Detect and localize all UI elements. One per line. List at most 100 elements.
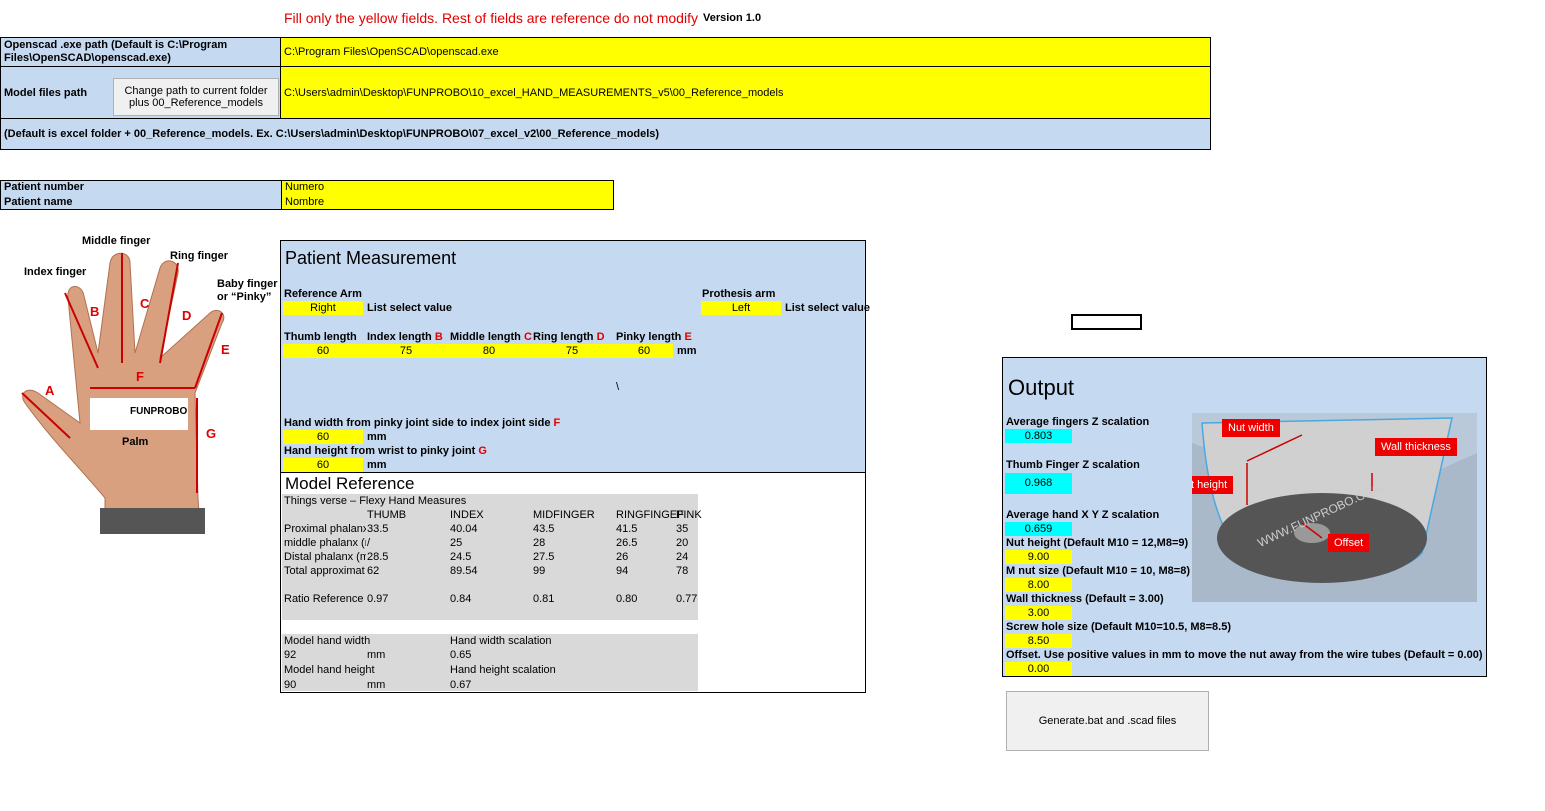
- change-path-button[interactable]: Change path to current folder plus 00_Re…: [113, 78, 279, 116]
- ratio-cell: 0.80: [616, 593, 638, 605]
- ring-length-label: Ring length D: [533, 331, 605, 343]
- row-label: Total approximat: [284, 565, 365, 577]
- hand-diagram-image: Middle finger Index finger Ring finger B…: [10, 228, 280, 534]
- table-cell: 99: [533, 565, 546, 577]
- table-cell: 20: [676, 537, 689, 549]
- nut-diagram-image: Nut width Wall thickness Nut height Offs…: [1192, 413, 1477, 602]
- hand-height-scalation-label: Hand height scalation: [450, 664, 556, 676]
- offset-label: Offset. Use positive values in mm to mov…: [1006, 649, 1483, 661]
- wall-thickness-label: Wall thickness (Default = 3.00): [1006, 593, 1164, 605]
- row-label: Proximal phalanx: [284, 523, 366, 535]
- openscad-path-input[interactable]: C:\Program Files\OpenSCAD\openscad.exe: [280, 37, 1211, 67]
- reference-arm-label: Reference Arm: [284, 288, 362, 300]
- letter-g: G: [206, 426, 217, 441]
- table-cell: 26: [616, 551, 629, 563]
- table-cell: 35: [676, 523, 689, 535]
- table-cell: 27.5: [533, 551, 555, 563]
- middle-length-input[interactable]: 80: [449, 344, 529, 358]
- table-cell: 40.04: [450, 523, 478, 535]
- patient-inputs: Numero Nombre: [281, 180, 614, 210]
- prosthesis-arm-label: Prothesis arm: [702, 288, 776, 300]
- prosthesis-arm-select[interactable]: Left: [701, 301, 781, 315]
- output-title: Output: [1008, 375, 1075, 400]
- stray-char: \: [616, 381, 620, 393]
- nut-width-tag: Nut width: [1222, 419, 1280, 437]
- generate-button[interactable]: Generate.bat and .scad files: [1006, 691, 1209, 751]
- model-hand-width-value: 92: [284, 649, 297, 661]
- pinky-length-input[interactable]: 60: [604, 344, 684, 358]
- model-path-label-text: Model files path: [4, 86, 88, 99]
- table-cell: 62: [367, 565, 380, 577]
- prosthesis-arm-hint: List select value: [785, 302, 870, 314]
- patient-number-label: Patient number: [4, 181, 85, 193]
- screw-hole-label: Screw hole size (Default M10=10.5, M8=8.…: [1006, 621, 1231, 633]
- model-path-input[interactable]: C:\Users\admin\Desktop\FUNPROBO\10_excel…: [280, 66, 1211, 119]
- nut-height-input[interactable]: 9.00: [1005, 550, 1072, 564]
- column-header: MIDFINGER: [533, 509, 595, 521]
- patient-labels: Patient number Patient name: [0, 180, 283, 210]
- thumb-length-input[interactable]: 60: [283, 344, 363, 358]
- version-label: Version 1.0: [703, 12, 762, 24]
- letter-e: E: [221, 342, 230, 357]
- hand-width-input[interactable]: 60: [283, 430, 363, 444]
- patient-name-label: Patient name: [4, 196, 73, 208]
- ratio-label: Ratio Reference: [284, 593, 364, 605]
- index-length-input[interactable]: 75: [366, 344, 446, 358]
- nut-height-tag: Nut height: [1192, 476, 1234, 494]
- table-cell: 26.5: [616, 537, 638, 549]
- row-label: middle phalanx (r: [284, 537, 366, 549]
- selected-cell[interactable]: [1071, 314, 1142, 330]
- table-cell: /: [367, 537, 371, 549]
- column-header: THUMB: [367, 509, 407, 521]
- table-cell: 33.5: [367, 523, 389, 535]
- table-cell: 25: [450, 537, 463, 549]
- baby-finger-label: Baby finger or “Pinky”: [217, 278, 278, 303]
- ring-finger-label: Ring finger: [170, 250, 229, 262]
- wall-thickness-input[interactable]: 3.00: [1005, 606, 1072, 620]
- letter-a: A: [45, 383, 55, 398]
- reference-arm-hint: List select value: [367, 302, 452, 314]
- model-hand-width-mm: mm: [367, 649, 386, 661]
- ring-length-input[interactable]: 75: [532, 344, 612, 358]
- thumb-scalation-value: 0.968: [1005, 473, 1072, 494]
- hand-height-input[interactable]: 60: [283, 458, 363, 472]
- table-cell: 89.54: [450, 565, 478, 577]
- ratio-cell: 0.77: [676, 593, 698, 605]
- middle-finger-label: Middle finger: [82, 235, 151, 247]
- funprobo-logo: FUNPROBO: [130, 406, 188, 417]
- patient-number-input[interactable]: Numero: [285, 180, 324, 195]
- hand-width-label: Hand width from pinky joint side to inde…: [284, 417, 561, 429]
- hand-width-scalation-value: 0.65: [450, 649, 472, 661]
- ratio-cell: 0.84: [450, 593, 472, 605]
- row-label: Distal phalanx (m: [284, 551, 366, 563]
- screw-hole-input[interactable]: 8.50: [1005, 634, 1072, 648]
- reference-arm-select[interactable]: Right: [283, 301, 363, 315]
- table-cell: 41.5: [616, 523, 638, 535]
- default-path-note: (Default is excel folder + 00_Reference_…: [0, 118, 1211, 150]
- column-header: PINK: [676, 509, 702, 521]
- index-finger-label: Index finger: [24, 266, 87, 278]
- letter-b: B: [90, 304, 100, 319]
- table-cell: 43.5: [533, 523, 555, 535]
- nut-height-label: Nut height (Default M10 = 12,M8=9): [1006, 537, 1189, 549]
- letter-c: C: [140, 296, 150, 311]
- pinky-length-label: Pinky length E: [616, 331, 692, 343]
- model-reference-title: Model Reference: [285, 474, 415, 493]
- avg-hand-value: 0.659: [1005, 522, 1072, 536]
- avg-hand-label: Average hand X Y Z scalation: [1006, 509, 1160, 521]
- patient-measurement-title: Patient Measurement: [285, 248, 457, 268]
- hand-width-mm: mm: [367, 431, 387, 443]
- wall-thickness-tag: Wall thickness: [1375, 438, 1457, 456]
- avg-fingers-value: 0.803: [1005, 429, 1072, 443]
- middle-length-label: Middle length C: [450, 331, 532, 343]
- patient-name-input[interactable]: Nombre: [285, 195, 324, 210]
- table-cell: 28: [533, 537, 546, 549]
- offset-input[interactable]: 0.00: [1005, 662, 1072, 676]
- openscad-path-label: Openscad .exe path (Default is C:\Progra…: [0, 37, 282, 67]
- model-hand-height-mm: mm: [367, 679, 386, 691]
- hand-height-label: Hand height from wrist to pinky joint G: [284, 445, 487, 457]
- table-cell: 24.5: [450, 551, 472, 563]
- model-hand-height-value: 90: [284, 679, 297, 691]
- nut-size-input[interactable]: 8.00: [1005, 578, 1072, 592]
- nut-size-label: M nut size (Default M10 = 10, M8=8): [1006, 565, 1190, 577]
